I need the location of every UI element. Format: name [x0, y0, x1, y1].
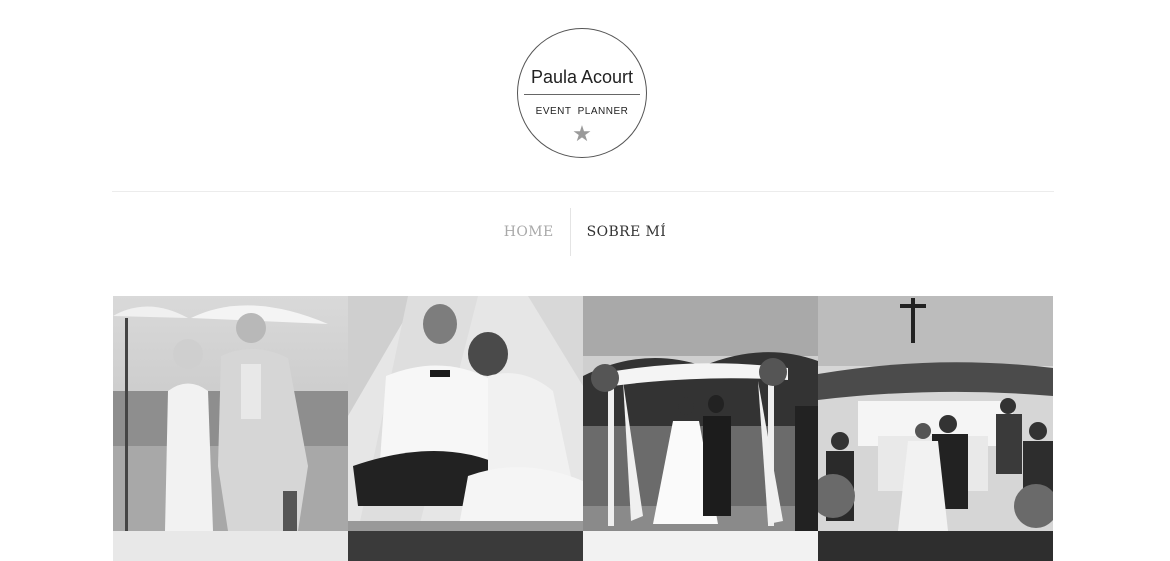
- beach-couple-image: [113, 296, 348, 531]
- logo-tagline: EVENT PLANNER: [535, 106, 629, 117]
- outdoor-ceremony-image: [583, 296, 818, 531]
- gallery-photo-tent-couple[interactable]: [348, 296, 583, 531]
- logo-name: Paula Acourt: [530, 67, 634, 87]
- logo-divider: [524, 94, 640, 95]
- header-divider: [112, 191, 1054, 192]
- photo-gallery: [113, 296, 1054, 561]
- gallery-photo-row2-4[interactable]: [818, 531, 1053, 561]
- site-logo[interactable]: Paula Acourt EVENT PLANNER ★: [517, 28, 647, 158]
- gallery-photo-beach-couple[interactable]: [113, 296, 348, 531]
- gallery-photo-outdoor-ceremony[interactable]: [583, 296, 818, 531]
- main-nav: HOME SOBRE MÍ: [0, 208, 1170, 256]
- nav-item-sobre-mi[interactable]: SOBRE MÍ: [571, 208, 683, 256]
- tent-couple-image: [348, 296, 583, 531]
- star-icon: ★: [572, 121, 592, 146]
- gallery-photo-church-ceremony[interactable]: [818, 296, 1053, 531]
- gallery-photo-row2-2[interactable]: [348, 531, 583, 561]
- gallery-photo-row2-3[interactable]: [583, 531, 818, 561]
- church-ceremony-image: [818, 296, 1053, 531]
- nav-item-home[interactable]: HOME: [488, 208, 570, 256]
- gallery-photo-row2-1[interactable]: [113, 531, 348, 561]
